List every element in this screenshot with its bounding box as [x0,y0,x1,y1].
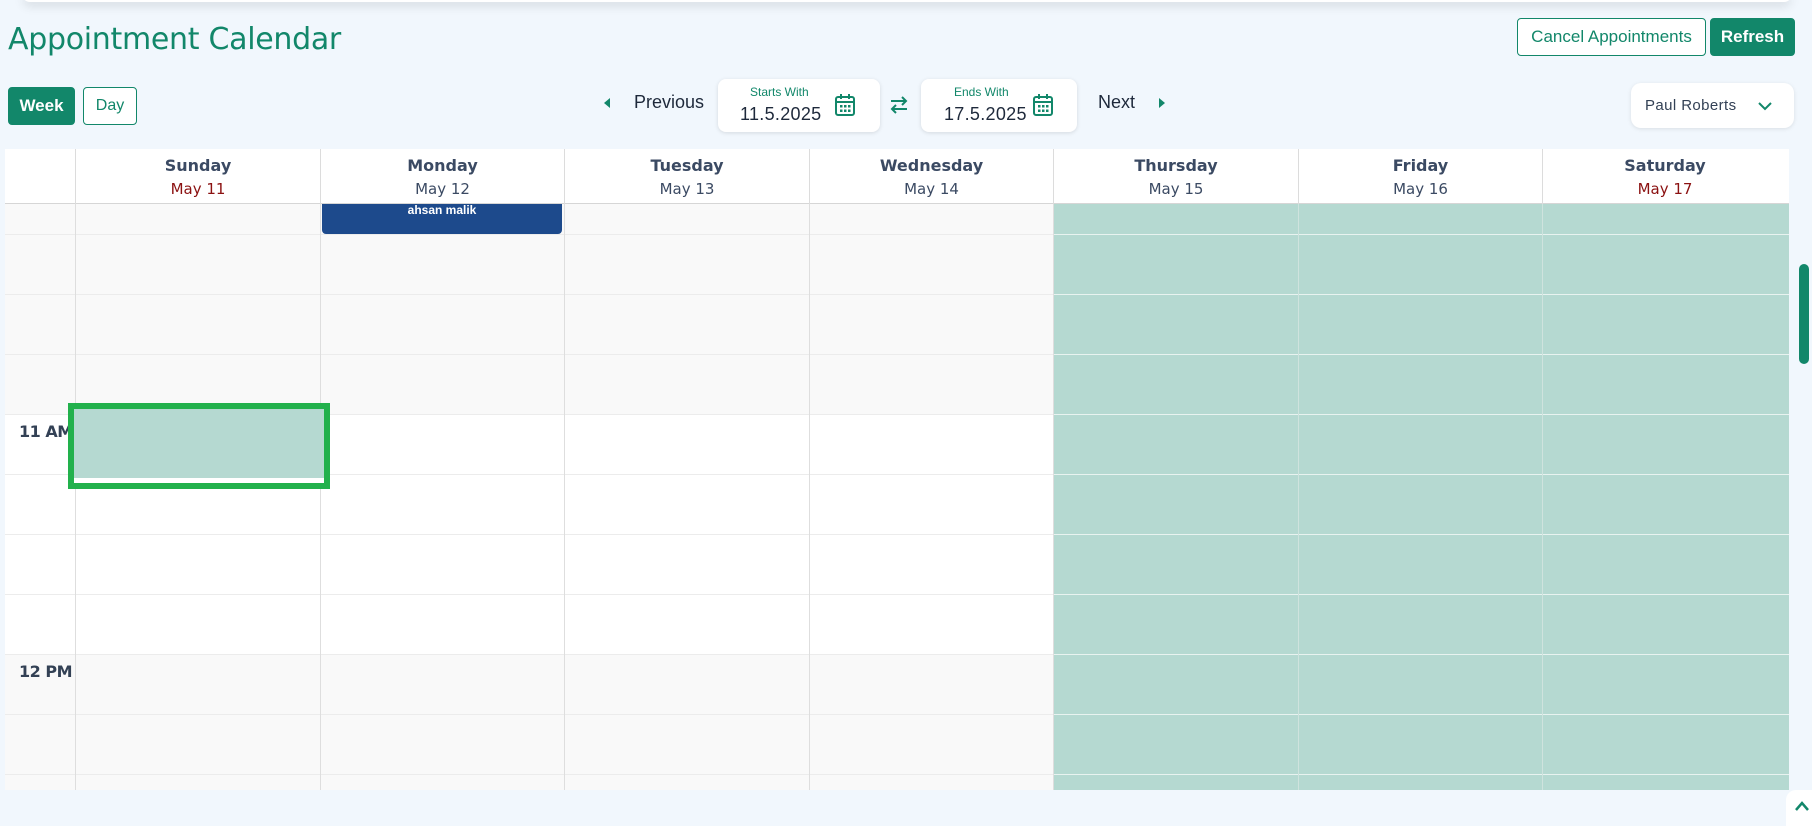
slot-line [1054,474,1789,475]
column-line [320,204,321,790]
slot-line [1054,234,1789,235]
time-label-12pm: 12 PM [19,662,72,681]
column-line [809,204,810,790]
day-name: Monday [407,156,478,175]
day-header-thursday[interactable]: Thursday May 15 [1053,149,1298,204]
week-view-button[interactable]: Week [8,87,75,125]
selected-time-slot[interactable] [68,403,330,489]
available-slots[interactable] [1054,204,1789,790]
calendar-grid[interactable]: 11 AM 12 PM ahsan malik [5,204,1789,790]
slot-line [1054,294,1789,295]
scroll-to-top-button[interactable] [1786,790,1812,826]
chevron-up-icon [1795,801,1809,811]
page-title: Appointment Calendar [8,22,341,57]
appointment-title: ahsan malik [407,204,477,217]
day-date: May 11 [170,180,226,198]
user-select[interactable]: Paul Roberts [1631,83,1794,128]
day-name: Wednesday [879,156,984,175]
start-date-label: Starts With [750,85,809,99]
slot-line [1054,594,1789,595]
end-date-label: Ends With [954,85,1009,99]
next-week-button[interactable]: Next [1098,92,1166,113]
cancel-appointments-button[interactable]: Cancel Appointments [1517,18,1706,56]
day-name: Thursday [1134,156,1218,175]
caret-right-icon [1159,97,1166,108]
day-header-tuesday[interactable]: Tuesday May 13 [564,149,809,204]
previous-week-button[interactable]: Previous [604,92,704,113]
swap-icon[interactable] [888,94,910,116]
week-calendar: Sunday May 11 Monday May 12 Tuesday May … [5,149,1789,790]
day-date: May 12 [415,180,470,198]
calendar-header: Sunday May 11 Monday May 12 Tuesday May … [5,149,1789,204]
start-date-field[interactable]: Starts With 11.5.2025 [718,79,880,132]
day-date: May 17 [1637,180,1693,198]
time-label-11am: 11 AM [19,422,73,441]
chevron-down-icon [1758,102,1772,111]
end-date-field[interactable]: Ends With 17.5.2025 [921,79,1077,132]
slot-line [1054,654,1789,655]
day-name: Tuesday [650,156,724,175]
start-date-value: 11.5.2025 [740,104,822,124]
top-panel-edge [22,0,1792,2]
refresh-button[interactable]: Refresh [1710,18,1795,56]
previous-label: Previous [634,92,705,112]
selected-user: Paul Roberts [1645,97,1737,114]
slot-line [1054,714,1789,715]
slot-line [1054,774,1789,775]
day-header-sunday[interactable]: Sunday May 11 [75,149,320,204]
time-column-header [5,149,75,204]
day-header-wednesday[interactable]: Wednesday May 14 [809,149,1053,204]
slot-line [1054,354,1789,355]
day-date: May 13 [659,180,715,198]
appointment-event[interactable]: ahsan malik [322,204,562,234]
day-name: Friday [1392,156,1449,175]
column-line [1053,204,1054,790]
slot-line [1054,534,1789,535]
day-header-friday[interactable]: Friday May 16 [1298,149,1542,204]
column-line [564,204,565,790]
caret-left-icon [604,97,610,108]
column-line [1298,204,1299,790]
day-header-saturday[interactable]: Saturday May 17 [1542,149,1787,204]
slot-line [1054,414,1789,415]
day-date: May 15 [1148,180,1204,198]
day-name: Saturday [1624,156,1706,175]
day-date: May 14 [904,180,959,198]
vertical-scrollbar[interactable] [1799,264,1809,364]
day-date: May 16 [1393,180,1448,198]
column-line [1542,204,1543,790]
day-header-monday[interactable]: Monday May 12 [320,149,564,204]
calendar-icon[interactable] [1032,93,1054,117]
day-name: Sunday [164,156,232,175]
calendar-icon[interactable] [834,93,856,117]
end-date-value: 17.5.2025 [944,104,1027,124]
slot-gap [74,478,324,483]
day-view-button[interactable]: Day [83,87,137,125]
next-label: Next [1098,92,1136,112]
column-line [75,204,76,790]
